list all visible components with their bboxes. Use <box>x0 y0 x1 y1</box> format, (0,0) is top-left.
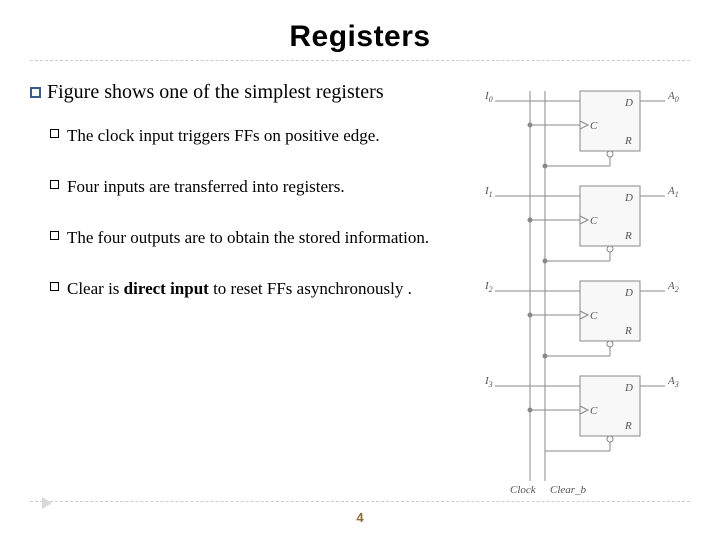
svg-text:I0: I0 <box>484 90 493 104</box>
page-title: Registers <box>30 20 690 54</box>
svg-text:I2: I2 <box>484 280 493 294</box>
sub-bullet-text: Four inputs are transferred into registe… <box>67 173 345 202</box>
svg-text:A0: A0 <box>667 90 679 104</box>
svg-text:D: D <box>624 192 633 204</box>
svg-text:D: D <box>624 97 633 109</box>
play-icon <box>42 497 52 509</box>
svg-text:A1: A1 <box>667 185 679 199</box>
svg-text:C: C <box>590 215 598 227</box>
sub-bullet: Clear is direct input to reset FFs async… <box>50 275 470 304</box>
sub-bullet: Four inputs are transferred into registe… <box>50 173 470 202</box>
svg-text:C: C <box>590 405 598 417</box>
hollow-square-icon <box>50 129 59 138</box>
svg-text:R: R <box>624 230 632 242</box>
sub-bullet-list: The clock input triggers FFs on positive… <box>30 122 470 304</box>
svg-text:Clear_b: Clear_b <box>550 484 587 496</box>
content-row: Figure shows one of the simplest registe… <box>30 81 690 501</box>
svg-text:I3: I3 <box>484 375 493 389</box>
register-diagram: D C R <box>480 81 690 501</box>
svg-text:C: C <box>590 120 598 132</box>
svg-text:A3: A3 <box>667 375 679 389</box>
main-bullet: Figure shows one of the simplest registe… <box>30 81 470 104</box>
svg-text:R: R <box>624 420 632 432</box>
svg-text:A2: A2 <box>667 280 679 294</box>
svg-text:R: R <box>624 135 632 147</box>
sub-bullet-text: Clear is direct input to reset FFs async… <box>67 275 412 304</box>
hollow-square-icon <box>50 282 59 291</box>
sub-bullet: The four outputs are to obtain the store… <box>50 224 470 253</box>
page-number: 4 <box>0 510 720 525</box>
sub-bullet: The clock input triggers FFs on positive… <box>50 122 470 151</box>
svg-text:D: D <box>624 287 633 299</box>
slide: Registers Figure shows one of the simple… <box>0 0 720 540</box>
figure-column: D C R <box>480 81 690 501</box>
sub-bullet-text: The four outputs are to obtain the store… <box>67 224 429 253</box>
text-column: Figure shows one of the simplest registe… <box>30 81 470 501</box>
svg-text:C: C <box>590 310 598 322</box>
sub-bullet-text: The clock input triggers FFs on positive… <box>67 122 380 151</box>
svg-text:I1: I1 <box>484 185 493 199</box>
bottom-divider <box>30 501 690 502</box>
main-bullet-text: Figure shows one of the simplest registe… <box>47 81 384 104</box>
svg-text:Clock: Clock <box>510 484 537 496</box>
top-divider <box>30 60 690 61</box>
hollow-square-icon <box>50 180 59 189</box>
svg-text:R: R <box>624 325 632 337</box>
hollow-square-icon <box>50 231 59 240</box>
bold-text: direct input <box>124 279 209 298</box>
square-bullet-icon <box>30 87 41 98</box>
footer: 4 <box>0 501 720 525</box>
svg-text:D: D <box>624 382 633 394</box>
